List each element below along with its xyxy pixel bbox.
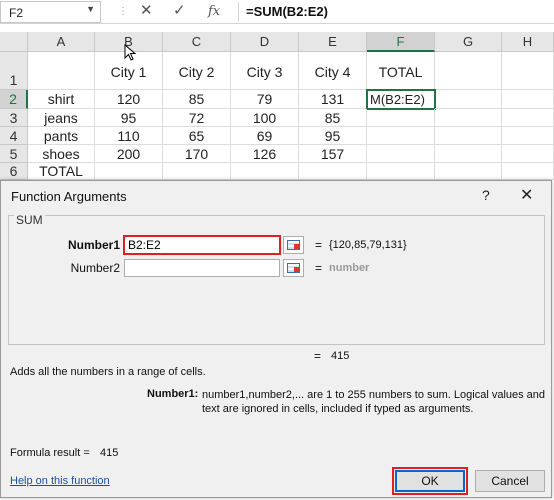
formula-bar: F2 ▼ ⋮ ✕ ✓ fx =SUM(B2:E2): [0, 0, 554, 24]
col-header-d[interactable]: D: [231, 32, 299, 52]
cell-a2[interactable]: shirt: [28, 90, 95, 109]
cell-c1[interactable]: City 2: [163, 52, 231, 90]
argument-description-text: number1,number2,... are 1 to 255 numbers…: [202, 389, 546, 415]
check-icon[interactable]: ✓: [173, 1, 186, 19]
formula-input[interactable]: =SUM(B2:E2): [246, 4, 328, 19]
cell-g6[interactable]: [435, 163, 502, 180]
cell-g2[interactable]: [435, 90, 502, 109]
number2-equals: =: [315, 261, 323, 275]
cell-e5[interactable]: 157: [299, 145, 367, 163]
select-all-corner[interactable]: [0, 32, 28, 52]
number1-equals: =: [315, 238, 323, 252]
cell-e1[interactable]: City 4: [299, 52, 367, 90]
cell-e4[interactable]: 95: [299, 127, 367, 145]
cell-f5[interactable]: [367, 145, 435, 163]
col-header-f[interactable]: F: [367, 32, 435, 52]
row-header-3[interactable]: 3: [0, 109, 28, 127]
number1-label: Number1: [67, 238, 120, 252]
cell-b3[interactable]: 95: [95, 109, 163, 127]
cell-e3[interactable]: 85: [299, 109, 367, 127]
col-header-e[interactable]: E: [299, 32, 367, 52]
chevron-down-icon[interactable]: ▼: [86, 4, 95, 14]
cell-h6[interactable]: [502, 163, 554, 180]
number1-input[interactable]: B2:E2: [123, 235, 281, 255]
col-header-g[interactable]: G: [435, 32, 502, 52]
total-result: 415: [331, 350, 350, 362]
formula-result-value: 415: [100, 447, 119, 459]
function-name: SUM: [14, 213, 45, 227]
grip-icon: ⋮: [118, 6, 128, 17]
row-header-6[interactable]: 6: [0, 163, 28, 180]
cell-e2[interactable]: 131: [299, 90, 367, 109]
number1-result: {120,85,79,131}: [329, 239, 407, 251]
cell-h4[interactable]: [502, 127, 554, 145]
cell-g4[interactable]: [435, 127, 502, 145]
cell-h3[interactable]: [502, 109, 554, 127]
row-header-1[interactable]: 1: [0, 52, 28, 90]
cancel-button[interactable]: Cancel: [475, 470, 545, 492]
number2-result: number: [329, 262, 370, 274]
cell-h5[interactable]: [502, 145, 554, 163]
cell-f4[interactable]: [367, 127, 435, 145]
function-description: Adds all the numbers in a range of cells…: [10, 366, 206, 378]
dialog-title: Function Arguments: [11, 189, 127, 204]
row-header-5[interactable]: 5: [0, 145, 28, 163]
cell-a5[interactable]: shoes: [28, 145, 95, 163]
cell-h1[interactable]: [502, 52, 554, 90]
formula-divider: [238, 2, 239, 22]
number2-input[interactable]: [124, 259, 280, 277]
number2-label: Number2: [70, 261, 120, 275]
col-header-h[interactable]: H: [502, 32, 554, 52]
name-box[interactable]: F2 ▼: [0, 1, 101, 23]
cell-d6[interactable]: [231, 163, 299, 180]
row-header-4[interactable]: 4: [0, 127, 28, 145]
cell-d3[interactable]: 100: [231, 109, 299, 127]
col-header-a[interactable]: A: [28, 32, 95, 52]
name-box-value: F2: [9, 6, 24, 20]
cell-f1[interactable]: TOTAL: [367, 52, 435, 90]
cell-d1[interactable]: City 3: [231, 52, 299, 90]
cell-c2[interactable]: 85: [163, 90, 231, 109]
collapse-range-icon[interactable]: [283, 236, 304, 254]
row-header-2[interactable]: 2: [0, 90, 28, 109]
cell-d2[interactable]: 79: [231, 90, 299, 109]
col-header-c[interactable]: C: [163, 32, 231, 52]
cell-c6[interactable]: [163, 163, 231, 180]
x-icon[interactable]: ✕: [140, 1, 153, 19]
cell-c5[interactable]: 170: [163, 145, 231, 163]
cell-b6[interactable]: [95, 163, 163, 180]
cell-a3[interactable]: jeans: [28, 109, 95, 127]
fx-icon[interactable]: fx: [208, 4, 220, 19]
cell-f3[interactable]: [367, 109, 435, 127]
cell-e6[interactable]: [299, 163, 367, 180]
help-icon[interactable]: ?: [482, 187, 490, 203]
ok-button[interactable]: OK: [392, 467, 468, 495]
argument-description-name: Number1:: [147, 388, 199, 400]
cell-g1[interactable]: [435, 52, 502, 90]
close-icon[interactable]: ✕: [520, 185, 533, 205]
cell-b2[interactable]: 120: [95, 90, 163, 109]
cell-c3[interactable]: 72: [163, 109, 231, 127]
cell-h2[interactable]: [502, 90, 554, 109]
mouse-cursor-icon: [124, 44, 137, 61]
cell-g3[interactable]: [435, 109, 502, 127]
function-arguments-dialog: Function Arguments ? ✕ SUM Number1 B2:E2…: [0, 180, 552, 498]
cell-g5[interactable]: [435, 145, 502, 163]
cell-f6[interactable]: [367, 163, 435, 180]
collapse-range-icon[interactable]: [283, 259, 304, 277]
cell-a1[interactable]: [28, 52, 95, 90]
formula-result-label: Formula result =: [10, 447, 90, 459]
cell-c4[interactable]: 65: [163, 127, 231, 145]
function-group: SUM Number1 B2:E2 = {120,85,79,131} Numb…: [8, 213, 545, 345]
cell-d4[interactable]: 69: [231, 127, 299, 145]
cell-a6[interactable]: TOTAL: [28, 163, 95, 180]
help-link[interactable]: Help on this function: [10, 475, 110, 487]
cell-a4[interactable]: pants: [28, 127, 95, 145]
cell-f2-active[interactable]: M(B2:E2): [366, 89, 436, 110]
cell-b5[interactable]: 200: [95, 145, 163, 163]
cell-b4[interactable]: 110: [95, 127, 163, 145]
total-equals: =: [314, 349, 322, 363]
cell-d5[interactable]: 126: [231, 145, 299, 163]
